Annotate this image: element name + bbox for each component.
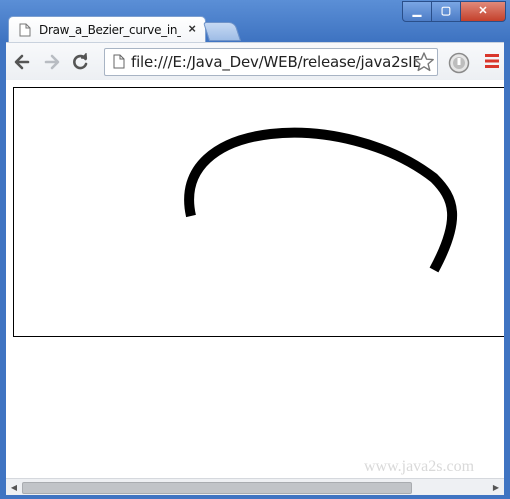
bookmark-star-icon[interactable] (413, 51, 435, 78)
back-button[interactable] (12, 52, 32, 72)
menu-button[interactable] (484, 53, 500, 74)
minimize-button[interactable]: ▁ (402, 1, 432, 22)
address-bar[interactable]: file:///E:/Java_Dev/WEB/release/java2sID… (104, 48, 438, 76)
page-content: www.java2s.com (6, 80, 504, 478)
extension-button[interactable] (448, 52, 470, 79)
watermark-text: www.java2s.com (364, 458, 475, 475)
canvas-svg (184, 127, 458, 273)
window-controls: ▁ ▢ ✕ (402, 1, 506, 22)
page-icon (19, 23, 31, 42)
reload-icon (73, 52, 88, 70)
tab-close-button[interactable]: × (188, 21, 196, 36)
url-text: file:///E:/Java_Dev/WEB/release/java2sID… (131, 53, 419, 71)
forward-button[interactable] (42, 52, 62, 72)
file-icon (113, 54, 125, 74)
maximize-button[interactable]: ▢ (431, 1, 461, 22)
drawing-canvas (13, 87, 504, 337)
close-window-button[interactable]: ✕ (460, 1, 506, 22)
tab-title: Draw_a_Bezier_curve_in_Ja (39, 23, 181, 37)
back-arrow-icon (14, 54, 30, 70)
menu-icon (485, 54, 499, 68)
bezier-curve (184, 127, 458, 273)
title-bar: Draw_a_Bezier_curve_in_Ja × ▁ ▢ ✕ (0, 0, 510, 44)
reload-button[interactable] (70, 52, 90, 72)
horizontal-scrollbar[interactable]: ◀ ▶ (6, 478, 504, 495)
active-tab[interactable]: Draw_a_Bezier_curve_in_Ja × (8, 16, 206, 44)
forward-arrow-icon (44, 54, 60, 70)
browser-toolbar: file:///E:/Java_Dev/WEB/release/java2sID… (6, 42, 504, 81)
browser-window: Draw_a_Bezier_curve_in_Ja × ▁ ▢ ✕ file:/… (0, 0, 510, 499)
scroll-left-icon[interactable]: ◀ (8, 482, 20, 494)
scroll-right-icon[interactable]: ▶ (490, 482, 502, 494)
new-tab-button[interactable] (202, 22, 242, 41)
extension-icon (448, 52, 470, 74)
scroll-thumb[interactable] (22, 482, 412, 494)
